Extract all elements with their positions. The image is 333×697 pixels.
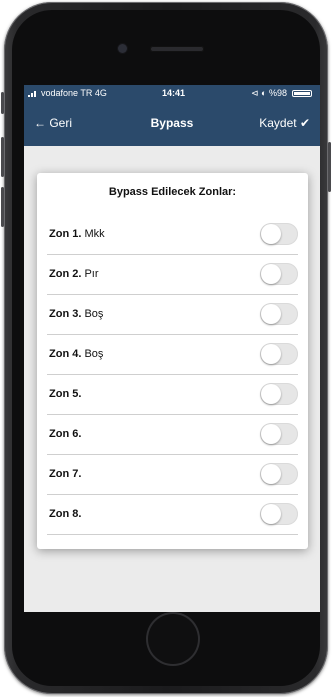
zone-number: Zon 1.	[49, 228, 82, 240]
status-bar: vodafone TR 4G 14:41 ⊲ ◐ %98	[24, 85, 320, 102]
zone-row-4: Zon 4. Boş	[47, 334, 298, 375]
toggle-knob	[261, 424, 281, 444]
zone-4-bypass-toggle[interactable]	[260, 343, 298, 365]
zone-name: Mkk	[81, 228, 105, 240]
power-button	[328, 142, 331, 192]
checkmark-icon: ✔	[299, 116, 310, 130]
save-button[interactable]: Kaydet ✔	[259, 116, 310, 130]
earpiece-speaker	[150, 46, 204, 52]
app-screen: vodafone TR 4G 14:41 ⊲ ◐ %98 ← Geri Bypa…	[24, 85, 320, 612]
zone-name: Boş	[81, 348, 104, 360]
navigation-bar: ← Geri Bypass Kaydet ✔	[24, 102, 320, 146]
zone-number: Zon 7.	[49, 468, 82, 480]
zone-label: Zon 3. Boş	[49, 308, 103, 320]
zone-6-bypass-toggle[interactable]	[260, 423, 298, 445]
toggle-knob	[261, 384, 281, 404]
zone-number: Zon 5.	[49, 388, 82, 400]
volume-up-button	[1, 137, 4, 177]
carrier-label: vodafone TR 4G	[41, 88, 107, 98]
volume-down-button	[1, 187, 4, 227]
toggle-knob	[261, 464, 281, 484]
zone-row-7: Zon 7.	[47, 454, 298, 495]
zone-label: Zon 5.	[49, 388, 81, 400]
zone-number: Zon 4.	[49, 348, 82, 360]
zone-2-bypass-toggle[interactable]	[260, 263, 298, 285]
toggle-knob	[261, 304, 281, 324]
zone-row-3: Zon 3. Boş	[47, 294, 298, 335]
zone-row-2: Zon 2. Pır	[47, 254, 298, 295]
zone-row-5: Zon 5.	[47, 374, 298, 415]
toggle-knob	[261, 344, 281, 364]
front-camera	[118, 44, 127, 53]
zone-label: Zon 1. Mkk	[49, 228, 105, 240]
signal-icon	[28, 90, 38, 97]
status-icons: ⊲ ◐ %98	[251, 88, 287, 98]
card-title: Bypass Edilecek Zonlar:	[108, 186, 237, 198]
zone-7-bypass-toggle[interactable]	[260, 463, 298, 485]
zone-label: Zon 6.	[49, 428, 81, 440]
home-button[interactable]	[148, 614, 198, 664]
zone-label: Zon 8.	[49, 508, 81, 520]
zone-1-bypass-toggle[interactable]	[260, 223, 298, 245]
save-label: Kaydet	[259, 116, 297, 130]
bypass-zones-card: Bypass Edilecek Zonlar: Zon 1. Mkk Zon 2…	[37, 173, 308, 549]
mute-switch	[1, 92, 4, 114]
zone-5-bypass-toggle[interactable]	[260, 383, 298, 405]
zone-row-8: Zon 8.	[47, 494, 298, 535]
zone-name: Pır	[81, 268, 99, 280]
toggle-knob	[261, 264, 281, 284]
zone-8-bypass-toggle[interactable]	[260, 503, 298, 525]
zone-label: Zon 2. Pır	[49, 268, 99, 280]
zone-name: Boş	[81, 308, 104, 320]
zone-row-1: Zon 1. Mkk	[47, 214, 298, 255]
toggle-knob	[261, 504, 281, 524]
zone-number: Zon 2.	[49, 268, 82, 280]
zone-number: Zon 8.	[49, 508, 82, 520]
battery-icon	[292, 90, 312, 97]
zone-label: Zon 4. Boş	[49, 348, 103, 360]
zone-3-bypass-toggle[interactable]	[260, 303, 298, 325]
zone-row-6: Zon 6.	[47, 414, 298, 455]
zone-label: Zon 7.	[49, 468, 81, 480]
clock: 14:41	[162, 88, 186, 98]
zone-number: Zon 6.	[49, 428, 82, 440]
zone-number: Zon 3.	[49, 308, 82, 320]
toggle-knob	[261, 224, 281, 244]
